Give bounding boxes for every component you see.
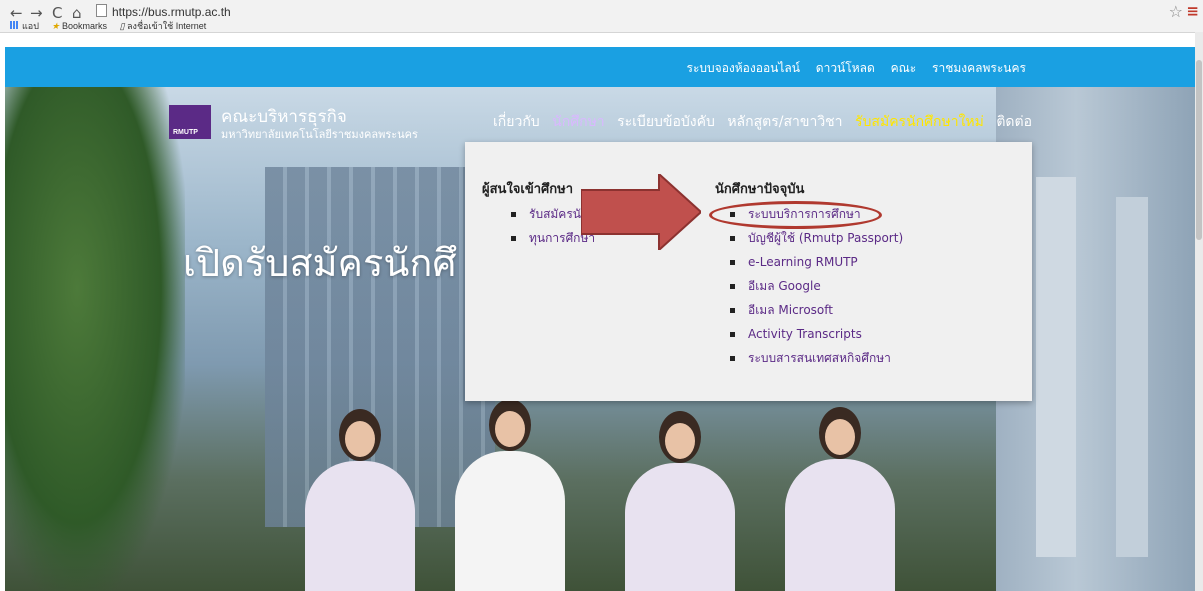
nav-about[interactable]: เกี่ยวกับ	[493, 114, 540, 130]
highlight-oval	[709, 201, 882, 229]
star-bookmark-icon: ★	[51, 21, 60, 31]
top-bar: ระบบจองห้องออนไลน์ ดาวน์โหลด คณะ ราชมงคล…	[5, 47, 1196, 87]
nav-admissions[interactable]: รับสมัครนักศึกษาใหม่	[855, 114, 984, 130]
top-links: ระบบจองห้องออนไลน์ ดาวน์โหลด คณะ ราชมงคล…	[675, 59, 1026, 78]
students-photo	[305, 399, 925, 591]
link-coop-system[interactable]: ระบบสารสนเทศสหกิจศึกษา	[730, 346, 903, 370]
prospective-heading: ผู้สนใจเข้าศึกษา	[482, 182, 574, 197]
star-icon[interactable]: ☆	[1169, 2, 1183, 21]
scrollbar[interactable]	[1195, 32, 1203, 591]
rmutp-logo[interactable]: RMUTP	[169, 105, 211, 139]
top-link-room-booking[interactable]: ระบบจองห้องออนไลน์	[687, 61, 800, 75]
apps-icon	[10, 21, 19, 29]
top-link-download[interactable]: ดาวน์โหลด	[816, 61, 875, 75]
top-link-faculty[interactable]: คณะ	[891, 61, 917, 75]
tree-image	[5, 87, 185, 591]
link-activity-transcripts[interactable]: Activity Transcripts	[730, 322, 903, 346]
hero-title: เปิดรับสมัครนักศึ	[183, 241, 457, 285]
bookmark-bookmarks[interactable]: ★ Bookmarks	[51, 21, 107, 31]
current-heading: นักศึกษาปัจจุบัน	[715, 182, 805, 197]
link-microsoft-mail[interactable]: อีเมล Microsoft	[730, 298, 903, 322]
bookmark-login[interactable]: ▯ ลงชื่อเข้าใช้ Internet	[120, 21, 207, 31]
nav-programs[interactable]: หลักสูตร/สาขาวิชา	[727, 114, 842, 130]
main-nav: เกี่ยวกับ นักศึกษา ระเบียบข้อบังคับ หลัก…	[493, 111, 1040, 133]
url-text: https://bus.rmutp.ac.th	[112, 5, 231, 19]
top-link-rmutp[interactable]: ราชมงคลพระนคร	[932, 61, 1026, 75]
scrollbar-thumb[interactable]	[1196, 60, 1202, 240]
page-icon: ▯	[119, 21, 125, 31]
link-google-mail[interactable]: อีเมล Google	[730, 274, 903, 298]
nav-contact[interactable]: ติดต่อ	[996, 114, 1032, 130]
nav-students[interactable]: นักศึกษา	[552, 114, 605, 130]
bookmarks-bar: แอป ★ Bookmarks ▯ ลงชื่อเข้าใช้ Internet	[10, 20, 216, 32]
page-icon	[96, 4, 107, 17]
browser-toolbar: ← → C ⌂ https://bus.rmutp.ac.th ☆ ≡ แอป …	[0, 0, 1203, 33]
link-passport[interactable]: บัญชีผู้ใช้ (Rmutp Passport)	[730, 226, 903, 250]
address-bar[interactable]: https://bus.rmutp.ac.th	[96, 3, 231, 21]
menu-icon[interactable]: ≡	[1186, 2, 1199, 20]
students-dropdown: ผู้สนใจเข้าศึกษา รับสมัครนักศึ ทุนการศึก…	[465, 142, 1032, 401]
university-subtitle: มหาวิทยาลัยเทคโนโลยีราชมงคลพระนคร	[221, 128, 418, 141]
nav-regulations[interactable]: ระเบียบข้อบังคับ	[617, 114, 715, 130]
annotation-arrow-icon	[581, 174, 701, 250]
bookmark-apps[interactable]: แอป	[10, 21, 39, 31]
link-elearning[interactable]: e-Learning RMUTP	[730, 250, 903, 274]
